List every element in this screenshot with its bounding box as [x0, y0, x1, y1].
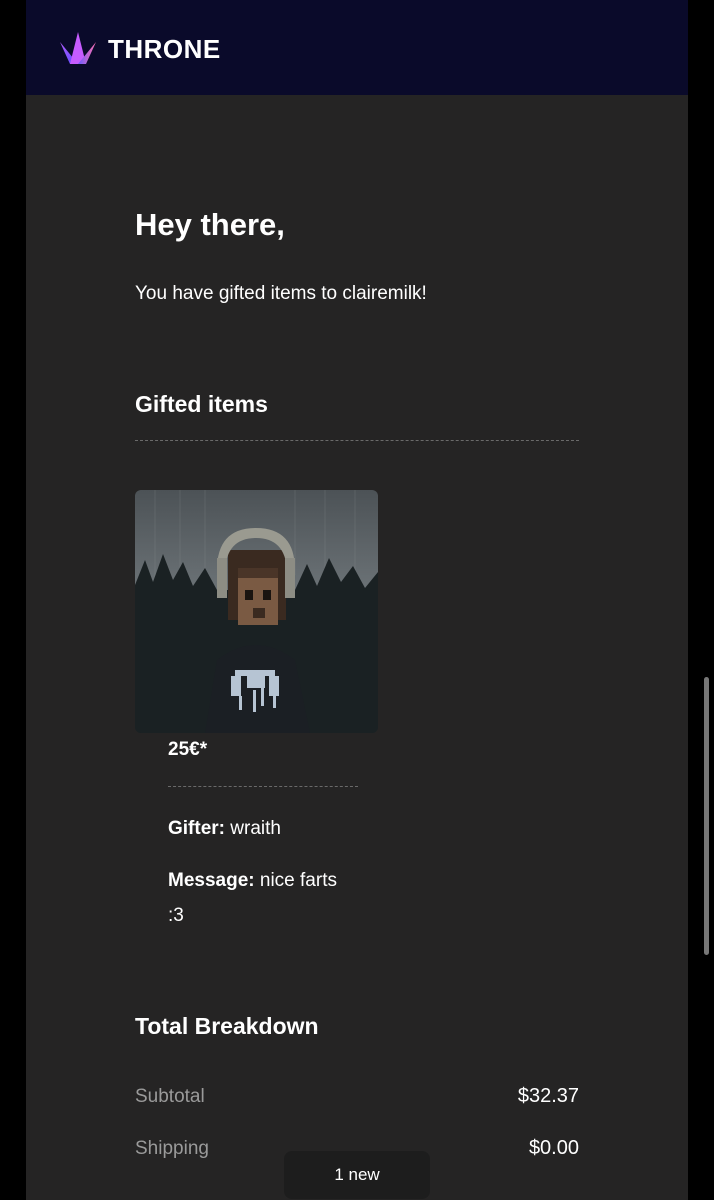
message-line: Message: nice farts :3 — [168, 863, 348, 933]
brand-name: THRONE — [108, 33, 221, 64]
subtotal-value: $32.37 — [517, 1085, 579, 1107]
shipping-value: $0.00 — [528, 1137, 579, 1159]
gifter-label: Gifter: — [168, 818, 225, 839]
gift-item-image[interactable] — [135, 490, 378, 733]
gift-item-artwork — [135, 490, 378, 733]
greeting-heading: Hey there, — [135, 207, 285, 242]
item-divider — [168, 786, 358, 787]
item-price: 25€* — [168, 739, 208, 760]
intro-text: You have gifted items to clairemilk! — [135, 283, 427, 304]
shipping-label: Shipping — [135, 1138, 209, 1159]
crown-logo-icon — [60, 32, 96, 64]
gifter-value: wraith — [225, 818, 281, 839]
subtotal-label: Subtotal — [135, 1086, 205, 1107]
message-label: Message: — [168, 870, 255, 891]
gifter-line: Gifter: wraith — [168, 811, 368, 846]
email-body: THRONE Hey there, You have gifted items … — [26, 0, 688, 1200]
section-divider — [135, 440, 579, 441]
gifted-items-heading: Gifted items — [135, 391, 268, 417]
new-messages-toast[interactable]: 1 new — [284, 1151, 430, 1199]
page-scrollbar[interactable] — [704, 677, 709, 955]
total-breakdown-heading: Total Breakdown — [135, 1013, 319, 1039]
email-header: THRONE — [26, 0, 688, 95]
throne-logo[interactable]: THRONE — [58, 30, 221, 68]
